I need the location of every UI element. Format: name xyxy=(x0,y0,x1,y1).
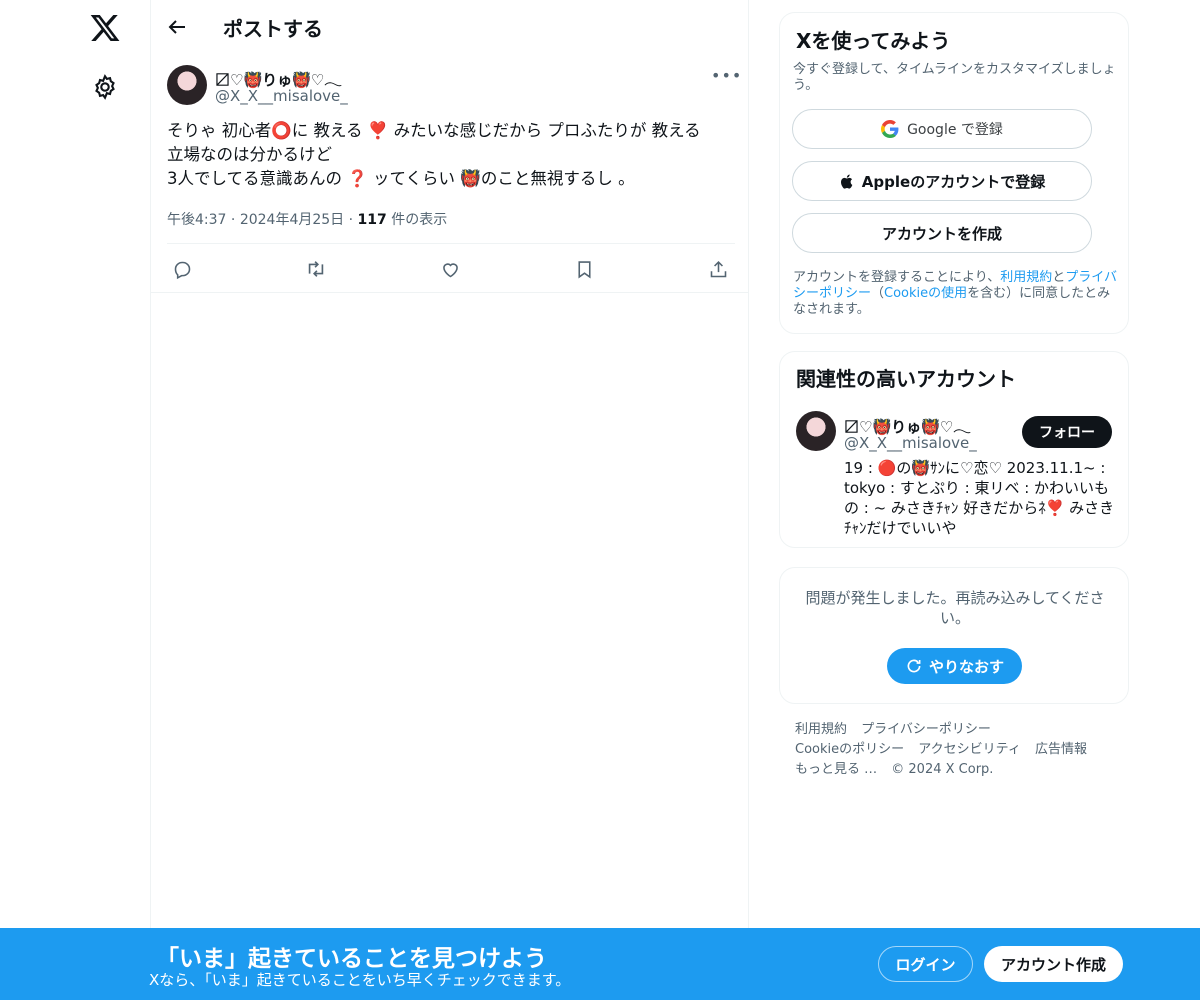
author-handle[interactable]: @X_X__misalove_ xyxy=(215,87,348,105)
google-icon xyxy=(881,120,899,138)
views-count: 117 xyxy=(357,212,387,228)
bottom-signup-bar: 「いま」起きていることを見つけよう Xなら、「いま」起きていることをいち早くチェ… xyxy=(0,928,1200,1000)
post-date[interactable]: 2024年4月25日 xyxy=(240,212,344,228)
signup-card: Xを使ってみよう 今すぐ登録して、タイムラインをカスタマイズしましょう。 Goo… xyxy=(779,12,1129,334)
terms-pre: アカウントを登録することにより、 xyxy=(793,270,1001,285)
avatar[interactable] xyxy=(167,65,207,105)
cookie-link[interactable]: Cookieの使用 xyxy=(884,286,967,301)
login-button[interactable]: ログイン xyxy=(878,946,973,982)
signup-subtitle: 今すぐ登録して、タイムラインをカスタマイズしましょう。 xyxy=(793,62,1116,93)
divider xyxy=(167,243,735,244)
page-title: ポストする xyxy=(223,17,323,41)
terms-text: アカウントを登録することにより、利用規約とプライバシーポリシー（Cookieの使… xyxy=(793,270,1123,318)
footer-link[interactable]: 広告情報 xyxy=(1035,742,1087,757)
retry-button[interactable]: やりなおす xyxy=(887,648,1022,684)
create-account-button[interactable]: アカウントを作成 xyxy=(792,213,1092,253)
views-label: 件の表示 xyxy=(391,212,448,228)
copyright: © 2024 X Corp. xyxy=(891,762,994,777)
post-text: そりゃ 初心者⭕️に 教える ❣️ みたいな感じだから プロふたりが 教える 立… xyxy=(167,119,737,191)
apple-signup-button[interactable]: Appleのアカウントで登録 xyxy=(792,161,1092,201)
post-line: 立場なのは分かるけど xyxy=(167,145,332,164)
post-line: 3人でしてる意識あんの ❓ ッてくらい 👹のこと無視するし 。 xyxy=(167,169,635,188)
gear-icon[interactable] xyxy=(91,73,119,101)
signup-title: Xを使ってみよう xyxy=(796,29,951,53)
refresh-icon xyxy=(905,657,923,675)
footer-link[interactable]: アクセシビリティ xyxy=(918,742,1021,757)
bookmark-icon[interactable] xyxy=(569,254,599,284)
related-title: 関連性の高いアカウント xyxy=(796,367,1016,391)
follow-button[interactable]: フォロー xyxy=(1022,416,1112,448)
retry-label: やりなおす xyxy=(928,657,1004,676)
terms-link[interactable]: 利用規約 xyxy=(1000,270,1052,285)
footer-link[interactable]: プライバシーポリシー xyxy=(861,722,991,737)
related-bio: 19 : 🔴の👹ｻﾝに♡恋♡ 2023.11.1~ : tokyo : すとぷり… xyxy=(844,459,1115,537)
apple-signup-label: Appleのアカウントで登録 xyxy=(861,172,1046,191)
create-account-label: アカウントを作成 xyxy=(881,224,1002,243)
apple-icon xyxy=(839,173,856,190)
post-actions xyxy=(151,254,749,284)
bottom-bar-title: 「いま」起きていることを見つけよう xyxy=(156,946,547,972)
x-logo-icon[interactable] xyxy=(89,12,121,44)
divider xyxy=(151,292,749,293)
repost-icon[interactable] xyxy=(301,254,331,284)
post-time[interactable]: 午後4:37 xyxy=(167,212,226,228)
google-signup-label: Google で登録 xyxy=(907,122,1003,138)
footer-link[interactable]: Cookieのポリシー xyxy=(795,742,904,757)
error-message: 問題が発生しました。再読み込みしてください。 xyxy=(805,589,1105,627)
terms-mid: と xyxy=(1052,270,1066,285)
left-rail xyxy=(0,0,150,1000)
related-handle[interactable]: @X_X__misalove_ xyxy=(844,434,977,452)
reply-icon[interactable] xyxy=(167,254,197,284)
meta-separator: · xyxy=(348,212,358,228)
error-card: 問題が発生しました。再読み込みしてください。 やりなおす xyxy=(779,567,1129,704)
post-meta: 午後4:37 · 2024年4月25日 · 117 件の表示 xyxy=(167,209,447,229)
meta-separator: · xyxy=(230,212,240,228)
like-icon[interactable] xyxy=(435,254,465,284)
terms-mid: （ xyxy=(871,286,885,301)
main-column: ポストする 〼♡👹りゅ👹♡𓂃 @X_X__misalove_ ••• そりゃ 初… xyxy=(150,0,749,1000)
create-account-button[interactable]: アカウント作成 xyxy=(984,946,1123,982)
avatar[interactable] xyxy=(796,411,836,451)
bottom-bar-subtitle: Xなら、「いま」起きていることをいち早くチェックできます。 xyxy=(149,971,571,989)
arrow-left-icon[interactable] xyxy=(165,15,189,39)
post-line: そりゃ 初心者⭕️に 教える ❣️ みたいな感じだから プロふたりが 教える xyxy=(167,121,701,140)
header: ポストする xyxy=(151,0,749,54)
google-signup-button[interactable]: Google で登録 xyxy=(792,109,1092,149)
footer-link[interactable]: 利用規約 xyxy=(795,722,847,737)
footer-links: 利用規約 プライバシーポリシー Cookieのポリシー アクセシビリティ 広告情… xyxy=(795,720,1115,780)
more-dots-icon[interactable]: ••• xyxy=(711,66,741,85)
related-accounts-card: 関連性の高いアカウント 〼♡👹りゅ👹♡𓂃 @X_X__misalove_ フォロ… xyxy=(779,351,1129,548)
share-icon[interactable] xyxy=(703,254,733,284)
footer-link[interactable]: もっと見る … xyxy=(795,762,877,777)
